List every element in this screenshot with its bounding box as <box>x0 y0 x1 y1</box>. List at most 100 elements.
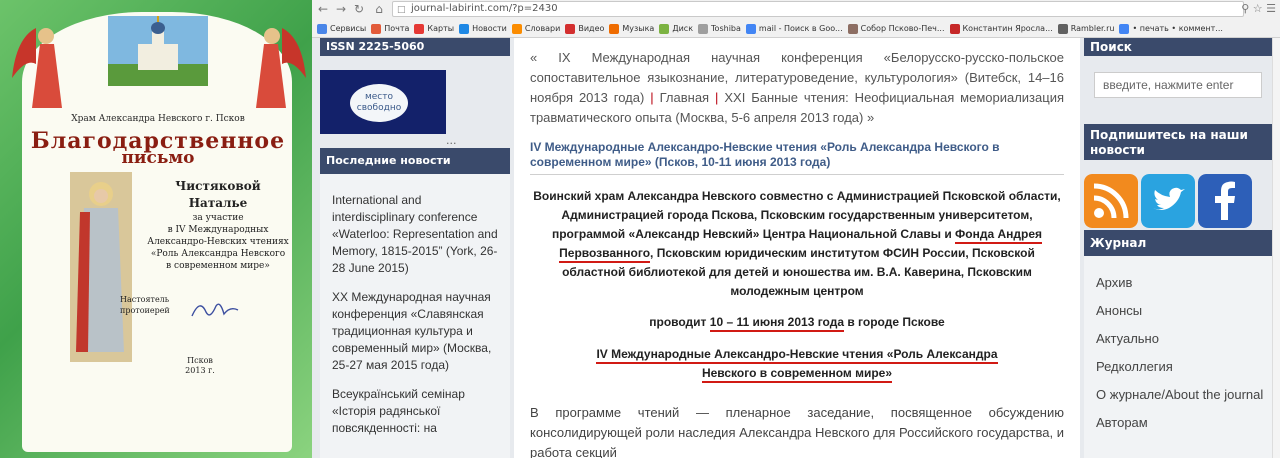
toolbar-icons: ⚲ ☆ ☰ <box>1241 2 1276 15</box>
bookmark-item[interactable]: • печать • коммент... <box>1119 20 1223 37</box>
twitter-icon[interactable] <box>1141 174 1195 228</box>
home-link[interactable]: Главная <box>660 90 709 105</box>
bookmark-favicon-icon <box>511 24 522 34</box>
bookmark-label: Новости <box>472 24 507 33</box>
conference-name: IV Международные Александро-Невские чтен… <box>530 345 1064 383</box>
page-scrollbar[interactable] <box>1272 38 1280 458</box>
journal-link[interactable]: Анонсы <box>1096 302 1268 319</box>
forward-icon[interactable]: → <box>334 2 348 16</box>
bookmark-star-icon[interactable]: ☆ <box>1253 2 1263 15</box>
news-heading: Последние новости <box>320 148 510 174</box>
bookmark-label: Константин Яросла... <box>962 24 1053 33</box>
certificate-city: Псков <box>187 356 213 365</box>
bookmark-item[interactable]: Музыка <box>609 20 654 37</box>
certificate-year: 2013 г. <box>185 366 215 375</box>
bookmark-label: Собор Псково-Печ... <box>860 24 945 33</box>
menu-icon[interactable]: ☰ <box>1266 2 1276 15</box>
dates-highlight: 10 – 11 июня 2013 года <box>709 315 845 332</box>
bookmark-item[interactable]: Видео <box>565 20 604 37</box>
reload-icon[interactable]: ↻ <box>352 2 366 16</box>
certificate-line: «Роль Александра Невского <box>150 249 286 259</box>
certificate-line: в IV Международных <box>167 225 269 235</box>
news-item[interactable]: XX Международная научная конференция «Сл… <box>332 289 498 374</box>
right-sidebar: Поиск введите, нажмите enter Подпишитесь… <box>1084 38 1280 458</box>
back-icon[interactable]: ← <box>316 2 330 16</box>
post-navigation: « IX Международная научная конференция «… <box>530 48 1064 128</box>
bookmark-item[interactable]: Карты <box>414 20 454 37</box>
church-icon <box>108 16 208 86</box>
journal-link[interactable]: О журнале/About the journal <box>1096 386 1268 403</box>
conference-line: IV Международные Александро-Невские чтен… <box>596 347 998 364</box>
bookmark-item[interactable]: Rambler.ru <box>1057 20 1115 37</box>
bookmark-favicon-icon <box>609 24 620 34</box>
news-item[interactable]: International and interdisciplinary conf… <box>332 192 498 277</box>
browser-chrome: ← → ↻ ⌂ □ journal-labirint.com/?p=2430 ⚲… <box>312 0 1280 38</box>
bookmark-favicon-icon <box>698 24 709 34</box>
bookmark-label: Видео <box>578 24 605 33</box>
intro-paragraph: Воинский храм Александра Невского совмес… <box>530 187 1064 301</box>
search-heading: Поиск <box>1084 38 1280 56</box>
bookmark-label: Rambler.ru <box>1070 24 1115 33</box>
bookmark-item[interactable]: Toshiba <box>698 20 741 37</box>
bookmark-label: mail - Поиск в Goo... <box>758 24 843 33</box>
bookmark-favicon-icon <box>659 24 670 34</box>
bookmark-item[interactable]: Собор Псково-Печ... <box>847 20 945 37</box>
certificate-line: в современном мире» <box>166 261 270 271</box>
bookmark-item[interactable]: Новости <box>459 20 507 37</box>
recipient-name: Наталье <box>188 196 248 210</box>
journal-heading: Журнал <box>1084 230 1280 256</box>
nav-separator: | <box>715 90 719 105</box>
issn-header: ISSN 2225-5060 <box>320 38 510 56</box>
more-dots: ... <box>446 134 457 147</box>
address-bar[interactable]: □ journal-labirint.com/?p=2430 <box>392 1 1244 17</box>
angel-left-icon <box>12 28 62 108</box>
certificate-place: Псков 2013 г. <box>160 356 240 376</box>
page-info-icon[interactable]: □ <box>397 3 406 17</box>
post-title[interactable]: IV Международные Александро-Невские чтен… <box>530 140 1064 175</box>
certificate-temple: Храм Александра Невского г. Псков <box>71 114 245 124</box>
home-icon[interactable]: ⌂ <box>372 2 386 16</box>
journal-link[interactable]: Авторам <box>1096 414 1268 431</box>
bookmark-label: Toshiba <box>711 24 741 33</box>
journal-link[interactable]: Архив <box>1096 274 1268 291</box>
social-links <box>1084 174 1280 228</box>
bookmark-label: Музыка <box>622 24 655 33</box>
bookmark-favicon-icon <box>1057 24 1068 34</box>
bookmark-favicon-icon <box>317 24 327 34</box>
bookmarks-bar: Сервисы Почта Карты Новости Словари Видео Музы… <box>312 19 1280 37</box>
certificate-body: Чистяковой Наталье за участие в IV Между… <box>138 178 298 272</box>
bookmark-favicon-icon <box>459 24 470 34</box>
bookmark-label: Диск <box>672 24 694 33</box>
bookmark-favicon-icon <box>847 24 858 34</box>
certificate-line: за участие <box>192 213 244 223</box>
hold-prefix: проводит <box>649 315 710 329</box>
bookmark-item[interactable]: Сервисы <box>317 20 366 37</box>
bookmark-favicon-icon <box>565 24 576 34</box>
web-page: ISSN 2225-5060 место свободно ... Послед… <box>312 38 1280 458</box>
journal-menu: Архив Анонсы Актуально Редколлегия О жур… <box>1084 256 1280 458</box>
facebook-icon[interactable] <box>1198 174 1252 228</box>
recipient-surname: Чистяковой <box>175 179 261 193</box>
zoom-icon[interactable]: ⚲ <box>1241 2 1249 15</box>
rss-icon[interactable] <box>1084 174 1138 228</box>
bookmark-item[interactable]: Константин Яросла... <box>949 20 1053 37</box>
journal-link[interactable]: Редколлегия <box>1096 358 1268 375</box>
bookmark-favicon-icon <box>371 24 382 34</box>
bookmark-label: Почта <box>384 24 410 33</box>
certificate-line: Александро-Невских чтениях <box>147 237 289 247</box>
bookmark-item[interactable]: Диск <box>659 20 693 37</box>
bookmark-item[interactable]: Словари <box>511 20 560 37</box>
ad-banner[interactable]: место свободно <box>320 70 446 134</box>
certificate-subtitle: письмо <box>121 148 195 168</box>
bookmark-favicon-icon <box>414 24 425 34</box>
body-paragraph: В программе чтений — пленарное заседание… <box>530 405 1064 458</box>
journal-link[interactable]: Актуально <box>1096 330 1268 347</box>
bookmark-item[interactable]: Почта <box>371 20 409 37</box>
news-item[interactable]: Всеукраїнський семінар «Історія радянськ… <box>332 386 498 437</box>
certificate-image: Храм Александра Невского г. Псков Благод… <box>0 0 312 458</box>
bookmark-item[interactable]: mail - Поиск в Goo... <box>745 20 843 37</box>
conference-line: Невского в современном мире» <box>701 366 893 383</box>
search-input[interactable]: введите, нажмите enter <box>1094 72 1262 98</box>
nav-separator: | <box>650 90 654 105</box>
ad-text: место свободно <box>350 84 408 122</box>
